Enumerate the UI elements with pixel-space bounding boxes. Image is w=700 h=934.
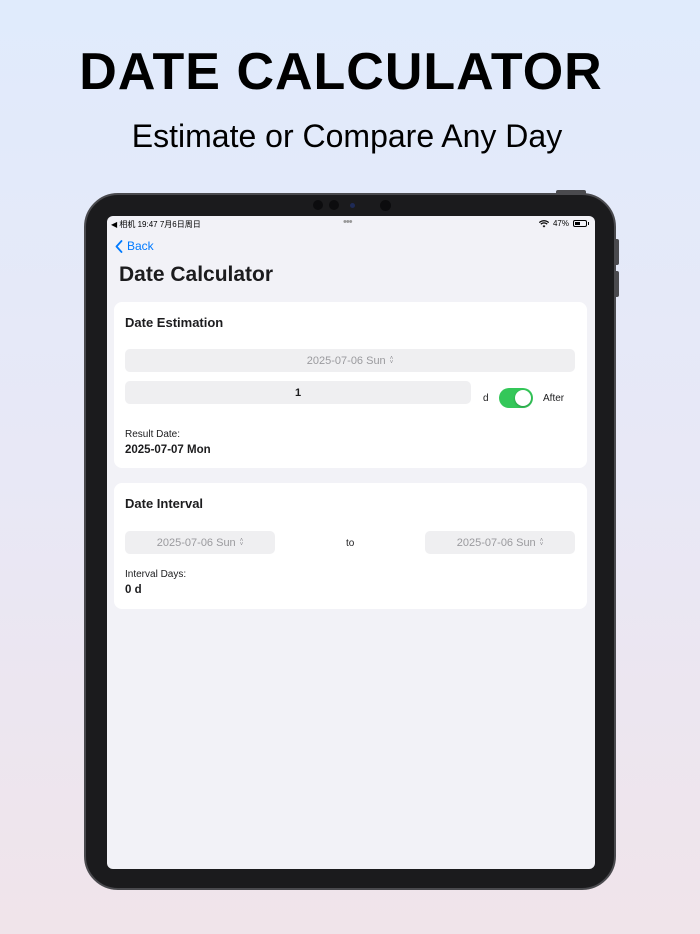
date-estimation-title: Date Estimation (125, 315, 224, 330)
battery-icon (573, 220, 587, 227)
promo-subheadline: Estimate or Compare Any Day (131, 118, 563, 154)
interval-days-label: Interval Days: (125, 569, 187, 580)
result-date-value: 2025-07-07 Mon (125, 444, 211, 456)
interval-days-value: 0 d (125, 584, 142, 596)
volume-down-button (614, 271, 619, 297)
after-before-toggle[interactable] (499, 388, 533, 408)
result-date-label: Result Date: (125, 429, 181, 440)
camera-dot (329, 200, 339, 210)
offset-unit-label: d (483, 393, 489, 404)
page-title: Date Calculator (119, 263, 274, 286)
from-date-value: 2025-07-06 Sun (156, 536, 236, 549)
back-button[interactable]: Back (115, 239, 154, 253)
multitask-dots[interactable]: ••• (343, 216, 353, 228)
chevron-left-icon (115, 239, 123, 253)
top-button (556, 190, 586, 195)
start-date-value: 2025-07-06 Sun (306, 354, 386, 367)
toggle-knob (515, 390, 531, 406)
from-date-picker[interactable]: 2025-07-06 Sun ˄ ˅ (125, 531, 275, 554)
app-screen: ◀ 相机 19:47 7月6日周日 ••• 47% Back Date Calc… (107, 216, 595, 869)
date-estimation-card: Date Estimation 2025-07-06 Sun ˄ ˅ 1 d Af… (114, 302, 587, 468)
camera-lens (380, 200, 391, 211)
to-date-value: 2025-07-06 Sun (456, 536, 536, 549)
chevron-up-down-icon: ˄ ˅ (389, 355, 394, 366)
wifi-icon (538, 219, 549, 227)
start-date-picker[interactable]: 2025-07-06 Sun ˄ ˅ (125, 349, 575, 372)
battery-percent: 47% (552, 219, 569, 228)
volume-up-button (614, 239, 619, 265)
to-date-picker[interactable]: 2025-07-06 Sun ˄ ˅ (425, 531, 575, 554)
battery-tip (588, 222, 589, 225)
day-offset-value: 1 (294, 386, 302, 399)
direction-label: After (543, 393, 565, 404)
interval-separator: to (346, 538, 355, 549)
tablet-frame: ◀ 相机 19:47 7月6日周日 ••• 47% Back Date Calc… (84, 190, 619, 890)
date-interval-card: Date Interval 2025-07-06 Sun ˄ ˅ to 2025-… (114, 483, 587, 609)
date-interval-title: Date Interval (125, 496, 204, 511)
status-bar: ◀ 相机 19:47 7月6日周日 ••• 47% (107, 216, 595, 232)
camera-indicator (350, 203, 355, 208)
back-label: Back (127, 239, 154, 253)
status-bar-left: ◀ 相机 19:47 7月6日周日 (111, 220, 201, 229)
camera-dot (313, 200, 323, 210)
chevron-up-down-icon: ˄ ˅ (239, 537, 244, 548)
promo-headline: DATE CALCULATOR (79, 43, 603, 101)
chevron-up-down-icon: ˄ ˅ (539, 537, 544, 548)
status-bar-right: 47% (538, 219, 589, 228)
day-offset-input[interactable]: 1 (125, 381, 471, 404)
